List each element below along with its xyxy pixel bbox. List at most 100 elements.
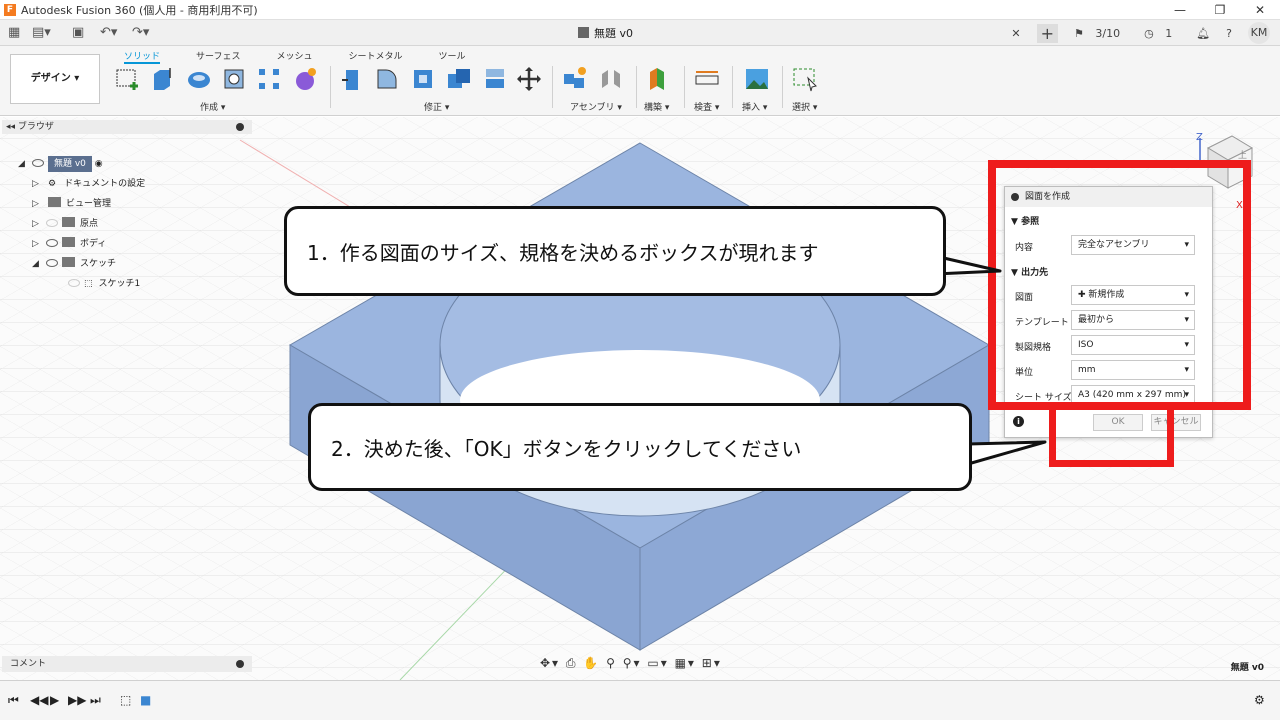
new-component-icon[interactable] xyxy=(562,66,588,92)
rectangular-pattern-icon[interactable] xyxy=(256,66,282,92)
construct-plane-icon[interactable] xyxy=(646,66,672,92)
activate-radio-icon[interactable]: ◉ xyxy=(95,159,103,169)
app-grid-icon[interactable]: ▦ xyxy=(8,24,20,42)
folder-icon xyxy=(62,237,75,247)
group-construct[interactable]: 構築 ▾ xyxy=(644,100,669,113)
offset-face-icon[interactable] xyxy=(482,66,508,92)
title-bar: F Autodesk Fusion 360 (個人用 - 商用利用不可) — ❐… xyxy=(0,0,1280,20)
file-menu-icon[interactable]: ▤▾ xyxy=(32,24,51,42)
group-insert[interactable]: 挿入 ▾ xyxy=(742,100,767,113)
comment-pin-icon[interactable] xyxy=(236,660,244,668)
job-status[interactable]: ⚑ 3/10 xyxy=(1074,27,1128,40)
eye-icon[interactable] xyxy=(46,239,58,247)
look-at-icon[interactable]: ⎙ xyxy=(566,656,578,670)
document-name-label: 無題 v0 xyxy=(1230,663,1264,673)
folder-icon xyxy=(62,217,75,227)
highlight-ok-box xyxy=(1049,404,1174,467)
select-icon[interactable] xyxy=(792,66,818,92)
minimize-button[interactable]: — xyxy=(1160,0,1200,20)
extrude-icon[interactable] xyxy=(150,66,176,92)
combine-icon[interactable] xyxy=(446,66,472,92)
comment-panel[interactable]: コメント xyxy=(2,656,252,672)
measure-icon[interactable] xyxy=(694,66,720,92)
tab-surface[interactable]: サーフェス xyxy=(196,49,240,64)
pan-hand-icon[interactable]: ✋ xyxy=(583,656,600,670)
folder-icon xyxy=(62,257,75,267)
tab-mesh[interactable]: メッシュ xyxy=(276,49,312,64)
avatar[interactable]: KM xyxy=(1248,22,1270,44)
tree-root[interactable]: ◢ 無題 v0 ◉ xyxy=(18,156,103,172)
tab-sheet-metal[interactable]: シートメタル xyxy=(349,49,403,64)
press-pull-icon[interactable] xyxy=(340,66,366,92)
go-to-start-icon[interactable]: ⏮ xyxy=(8,693,19,708)
divider xyxy=(684,66,685,108)
quick-access-bar: ▦ ▤▾ ▣ ↶▾ ↷▾ 無題 v0 ✕ + ⚑ 3/10 ◷ 1 🔔︎ ? K… xyxy=(0,20,1280,46)
group-modify[interactable]: 修正 ▾ xyxy=(424,100,449,113)
tree-item-named-views[interactable]: ▷ ビュー管理 xyxy=(32,196,111,212)
workspace-switcher[interactable]: デザイン ▾ xyxy=(10,54,100,104)
toolbar-ribbon: デザイン ▾ ソリッド サーフェス メッシュ シートメタル ツール 作成 ▾ 修… xyxy=(0,46,1280,116)
viewports-icon[interactable]: ⊞▾ xyxy=(702,656,722,670)
new-tab-icon[interactable]: + xyxy=(1036,23,1059,43)
tree-item-sketch1[interactable]: ⬚ スケッチ1 xyxy=(64,276,140,292)
shell-icon[interactable] xyxy=(410,66,436,92)
tree-item-origin[interactable]: ▷ 原点 xyxy=(32,216,98,232)
fillet-icon[interactable] xyxy=(374,66,400,92)
timeline-bar: ⏮ ◀◀ ▶ ▶▶ ⏭ ⬚ ■ ⚙ xyxy=(0,680,1280,720)
callout-2-text: 2．決めた後、「OK」ボタンをクリックしてください xyxy=(308,403,972,491)
bell-icon[interactable]: 🔔︎ xyxy=(1196,27,1210,40)
insert-image-icon[interactable] xyxy=(744,66,770,92)
step-back-icon[interactable]: ◀◀ xyxy=(30,693,48,707)
highlight-dialog-box xyxy=(988,160,1251,410)
save-icon[interactable]: ▣ xyxy=(72,24,84,42)
create-sketch-icon[interactable] xyxy=(114,66,140,92)
timeline-extrude-icon[interactable]: ■ xyxy=(140,693,151,707)
timeline-settings-gear-icon[interactable]: ⚙ xyxy=(1254,693,1265,707)
grid-settings-icon[interactable]: ▦▾ xyxy=(675,656,696,670)
zoom-icon[interactable]: ⚲ xyxy=(606,656,617,670)
help-icon[interactable]: ? xyxy=(1226,27,1232,40)
go-to-end-icon[interactable]: ⏭ xyxy=(90,693,101,708)
tab-solid[interactable]: ソリッド xyxy=(124,49,161,64)
close-tab-icon[interactable]: ✕ xyxy=(1011,27,1020,40)
fusion-app-icon: F xyxy=(4,3,16,16)
group-create[interactable]: 作成 ▾ xyxy=(200,100,225,113)
fit-icon[interactable]: ⚲▾ xyxy=(623,656,642,670)
z-axis-label: Z xyxy=(1196,132,1203,143)
group-select[interactable]: 選択 ▾ xyxy=(792,100,817,113)
maximize-button[interactable]: ❐ xyxy=(1200,0,1240,20)
hole-icon[interactable] xyxy=(222,66,248,92)
group-assemble[interactable]: アセンブリ ▾ xyxy=(570,100,622,113)
divider xyxy=(636,66,637,108)
redo-icon[interactable]: ↷▾ xyxy=(132,24,149,42)
step-forward-icon[interactable]: ▶▶ xyxy=(68,693,86,707)
notification-count[interactable]: ◷ 1 xyxy=(1144,27,1180,40)
close-window-button[interactable]: ✕ xyxy=(1240,0,1280,20)
timeline-sketch-icon[interactable]: ⬚ xyxy=(120,693,131,707)
orbit-icon[interactable]: ✥▾ xyxy=(540,656,560,670)
revolve-icon[interactable] xyxy=(186,66,212,92)
window-title: Autodesk Fusion 360 (個人用 - 商用利用不可) xyxy=(21,3,258,17)
navigation-bar: ✥▾ ⎙ ✋ ⚲ ⚲▾ ▭▾ ▦▾ ⊞▾ xyxy=(540,656,722,674)
tree-item-sketches[interactable]: ◢ スケッチ xyxy=(32,256,116,272)
eye-hidden-icon[interactable] xyxy=(46,219,58,227)
document-tab-label: 無題 v0 xyxy=(594,27,634,40)
display-settings-icon[interactable]: ▭▾ xyxy=(647,656,668,670)
browser-header[interactable]: ◂◂ ブラウザ xyxy=(2,120,252,134)
group-inspect[interactable]: 検査 ▾ xyxy=(694,100,719,113)
document-tab[interactable]: 無題 v0 xyxy=(578,25,633,41)
tab-tools[interactable]: ツール xyxy=(439,49,466,64)
joint-icon[interactable] xyxy=(598,66,624,92)
tree-item-document-settings[interactable]: ▷ ⚙ ドキュメントの設定 xyxy=(32,176,145,192)
play-icon[interactable]: ▶ xyxy=(50,693,59,707)
move-icon[interactable] xyxy=(516,66,542,92)
form-icon[interactable] xyxy=(292,66,318,92)
eye-icon[interactable] xyxy=(32,159,44,167)
browser-pin-icon[interactable] xyxy=(236,123,244,131)
undo-icon[interactable]: ↶▾ xyxy=(100,24,117,42)
eye-icon[interactable] xyxy=(46,259,58,267)
eye-hidden-icon[interactable] xyxy=(68,279,80,287)
callout-1-text: 1．作る図面のサイズ、規格を決めるボックスが現れます xyxy=(284,206,946,296)
divider xyxy=(330,66,331,108)
tree-item-bodies[interactable]: ▷ ボディ xyxy=(32,236,106,252)
